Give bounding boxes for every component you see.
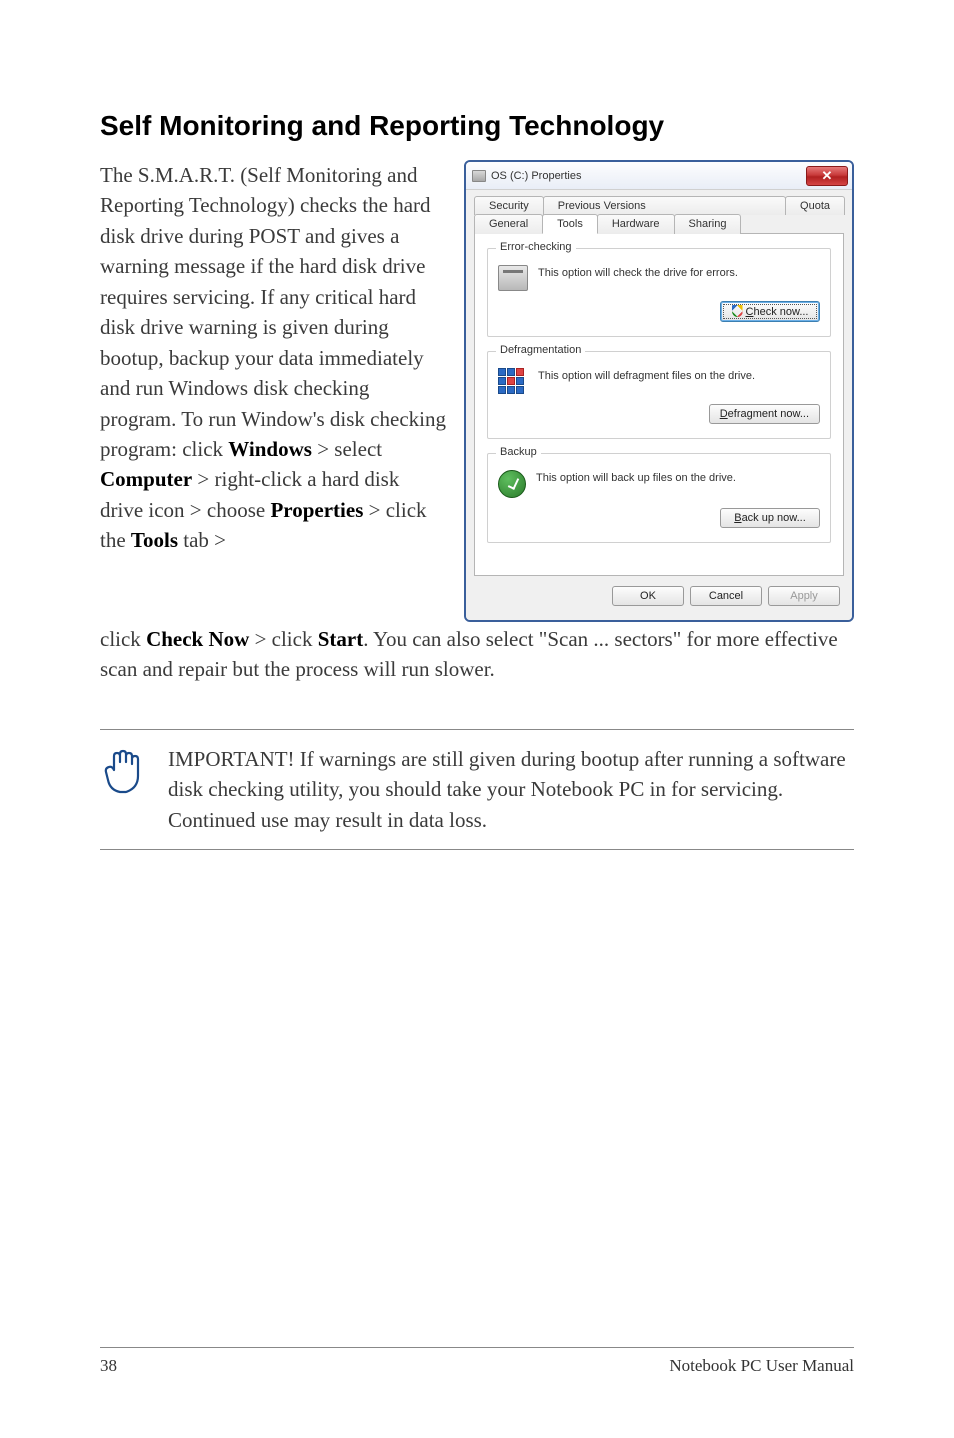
check-now-button[interactable]: Check now... xyxy=(720,301,820,322)
page-footer: 38 Notebook PC User Manual xyxy=(100,1347,854,1376)
tab-quota[interactable]: Quota xyxy=(785,196,845,215)
important-note: IMPORTANT! If warnings are still given d… xyxy=(100,729,854,850)
defrag-button-row: Defragment now... xyxy=(498,404,820,424)
defrag-legend: Defragmentation xyxy=(496,344,585,356)
bold-check-now: Check Now xyxy=(146,627,249,651)
tab-tools[interactable]: Tools xyxy=(542,214,598,234)
tabs-row-2: General Tools Hardware Sharing xyxy=(474,214,844,234)
note-text: IMPORTANT! If warnings are still given d… xyxy=(168,744,854,835)
bold-windows: Windows xyxy=(228,437,312,461)
dialog-title: OS (C:) Properties xyxy=(491,170,581,182)
cont-text: click xyxy=(100,627,146,651)
hand-icon xyxy=(100,744,144,803)
backup-now-button[interactable]: Back up now... xyxy=(720,508,820,528)
footer-label: Notebook PC User Manual xyxy=(669,1356,854,1376)
para-text: > select xyxy=(312,437,382,461)
backup-btn-underline: B xyxy=(734,512,741,524)
properties-dialog: OS (C:) Properties ✕ Security Previous V… xyxy=(464,160,854,622)
dialog-titlebar: OS (C:) Properties ✕ xyxy=(466,162,852,190)
backup-btn-rest: ack up now... xyxy=(742,512,806,524)
error-checking-group: Error-checking This option will check th… xyxy=(487,248,831,337)
defrag-icon-grid xyxy=(498,368,524,394)
tab-general[interactable]: General xyxy=(474,214,543,234)
drive-icon xyxy=(472,170,486,182)
tab-previous-versions[interactable]: Previous Versions xyxy=(543,196,786,215)
backup-legend: Backup xyxy=(496,446,541,458)
bold-tools: Tools xyxy=(131,528,178,552)
defrag-row: This option will defragment files on the… xyxy=(498,362,820,394)
defrag-btn-rest: efragment now... xyxy=(728,408,809,420)
page-number: 38 xyxy=(100,1356,117,1376)
tab-security[interactable]: Security xyxy=(474,196,544,215)
defragmentation-group: Defragmentation This option will defragm… xyxy=(487,351,831,439)
bold-start: Start xyxy=(318,627,364,651)
tabs-row-1: Security Previous Versions Quota xyxy=(474,196,844,215)
close-button[interactable]: ✕ xyxy=(806,166,848,186)
error-row: This option will check the drive for err… xyxy=(498,259,820,291)
cont-text: > click xyxy=(249,627,317,651)
defrag-text: This option will defragment files on the… xyxy=(538,368,820,382)
backup-button-row: Back up now... xyxy=(498,508,820,528)
para-text: tab > xyxy=(178,528,226,552)
title-left: OS (C:) Properties xyxy=(472,170,581,182)
body-paragraph: The S.M.A.R.T. (Self Monitoring and Repo… xyxy=(100,160,446,556)
tab-content: Error-checking This option will check th… xyxy=(474,233,844,576)
bold-properties: Properties xyxy=(270,498,363,522)
tab-hardware[interactable]: Hardware xyxy=(597,214,675,234)
para-text: The S.M.A.R.T. (Self Monitoring and Repo… xyxy=(100,163,446,461)
defrag-btn-underline: D xyxy=(720,408,728,420)
continuation-text: click Check Now > click Start. You can a… xyxy=(100,624,854,685)
backup-group: Backup This option will back up files on… xyxy=(487,453,831,543)
backup-icon xyxy=(498,470,526,498)
backup-row: This option will back up files on the dr… xyxy=(498,464,820,498)
check-btn-rest: heck now... xyxy=(753,306,808,318)
apply-button[interactable]: Apply xyxy=(768,586,840,606)
content-wrap: The S.M.A.R.T. (Self Monitoring and Repo… xyxy=(100,160,854,622)
dialog-body: Security Previous Versions Quota General… xyxy=(466,190,852,620)
section-heading: Self Monitoring and Reporting Technology xyxy=(100,110,854,142)
error-legend: Error-checking xyxy=(496,241,576,253)
disk-check-icon xyxy=(498,265,528,291)
cancel-button[interactable]: Cancel xyxy=(690,586,762,606)
dialog-footer: OK Cancel Apply xyxy=(474,576,844,610)
error-text: This option will check the drive for err… xyxy=(538,265,820,279)
ok-button[interactable]: OK xyxy=(612,586,684,606)
backup-text: This option will back up files on the dr… xyxy=(536,470,820,484)
defrag-icon xyxy=(498,368,528,394)
shield-icon xyxy=(732,305,743,317)
defragment-now-button[interactable]: Defragment now... xyxy=(709,404,820,424)
tab-sharing[interactable]: Sharing xyxy=(674,214,742,234)
bold-computer: Computer xyxy=(100,467,192,491)
error-button-row: Check now... xyxy=(498,301,820,322)
